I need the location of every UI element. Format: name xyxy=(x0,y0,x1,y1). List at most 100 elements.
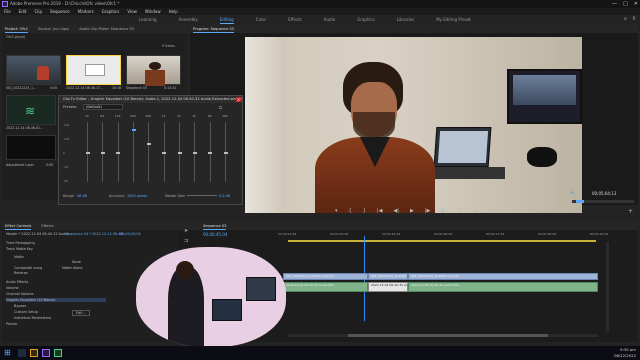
eq-band-knob[interactable] xyxy=(100,152,105,154)
eq-band-knob[interactable] xyxy=(208,152,213,154)
tab-effects[interactable]: Effects xyxy=(41,222,53,230)
menu-window[interactable]: Window xyxy=(145,8,161,15)
sequence-clip-label[interactable]: Sequence 03 * 2022-12-14 06-46... xyxy=(66,232,126,236)
workspace-assembly[interactable]: Assembly xyxy=(179,15,198,24)
step-back-icon[interactable]: |◀ xyxy=(377,208,383,218)
eq-close-button[interactable]: × xyxy=(236,97,241,102)
eq-band-slider[interactable] xyxy=(208,122,213,182)
workspace-effects[interactable]: Effects xyxy=(288,15,302,24)
eq-band-knob[interactable] xyxy=(162,152,167,154)
composite-dropdown[interactable]: Matte Alpha xyxy=(62,266,82,270)
menu-file[interactable]: File xyxy=(4,8,11,15)
program-zoom-scrollbar[interactable] xyxy=(572,200,634,203)
master-gain-value[interactable]: 0.0 dB xyxy=(219,194,230,198)
workspace-my-editing-preset[interactable]: My Editing Preset xyxy=(436,15,471,24)
timeline-ruler[interactable]: 00;00;43;28 00;00;44;28 00;00;45;28 00;0… xyxy=(278,232,608,238)
zoom-scroll-thumb[interactable] xyxy=(576,200,584,203)
timeline-vertical-scrollbar[interactable] xyxy=(606,242,609,332)
thumbnail-clip-1[interactable] xyxy=(6,55,61,85)
go-to-in-icon[interactable]: } xyxy=(363,208,366,218)
tab-source[interactable]: Source: (no clips) xyxy=(38,25,69,33)
eq-band-slider[interactable] xyxy=(162,122,167,182)
workspace-graphics[interactable]: Graphics xyxy=(357,15,375,24)
menu-sequence[interactable]: Sequence xyxy=(50,8,70,15)
menu-edit[interactable]: Edit xyxy=(19,8,27,15)
windows-start-icon[interactable]: ⊞ xyxy=(4,348,13,357)
matte-dropdown[interactable]: None xyxy=(72,260,81,264)
lift-icon[interactable]: ⇧ xyxy=(458,208,462,218)
maximize-button[interactable]: □ xyxy=(623,0,628,8)
eq-band-knob[interactable] xyxy=(85,152,90,154)
eq-band-knob[interactable] xyxy=(192,152,197,154)
program-video-frame[interactable] xyxy=(245,37,582,213)
eq-band-knob[interactable] xyxy=(131,129,136,132)
taskbar-app-icon[interactable] xyxy=(18,349,26,357)
effect-row[interactable]: Panner xyxy=(6,322,18,326)
thumbnail-audio[interactable]: ≋ xyxy=(6,95,56,125)
selection-tool-icon[interactable]: ➤ xyxy=(184,228,192,234)
custom-setup-button[interactable]: Edit... xyxy=(72,310,90,316)
video-clip[interactable]: VID_20221224_124940.mp4 [V] xyxy=(408,273,598,280)
range-value[interactable]: 48 dB xyxy=(77,194,87,198)
work-area-bar[interactable] xyxy=(288,240,596,242)
add-button-icon[interactable]: + xyxy=(628,208,633,215)
master-gain-slider[interactable] xyxy=(187,195,217,196)
workspace-learning[interactable]: Learning xyxy=(139,15,156,24)
menu-clip[interactable]: Clip xyxy=(34,8,42,15)
taskbar-clock[interactable]: 9:30 pm 06/12/2022 xyxy=(614,347,636,359)
play-icon[interactable]: ▶ xyxy=(410,208,414,218)
eq-band-knob[interactable] xyxy=(116,152,121,154)
eq-band-slider[interactable] xyxy=(100,122,105,182)
eq-power-icon[interactable]: ⏻ xyxy=(219,105,222,110)
taskbar-folder-icon[interactable] xyxy=(30,349,38,357)
effect-row[interactable]: Volume xyxy=(6,286,19,290)
effect-row[interactable]: Time Remapping xyxy=(6,241,35,245)
workspace-libraries[interactable]: Libraries xyxy=(397,15,414,24)
eq-band-slider[interactable] xyxy=(146,122,151,182)
extract-icon[interactable]: ⊕ xyxy=(473,208,477,218)
menu-help[interactable]: Help xyxy=(169,8,178,15)
eq-band-slider[interactable] xyxy=(223,122,228,182)
accuracy-value[interactable]: 1000 points xyxy=(127,194,147,198)
thumbnail-adjustment-layer[interactable] xyxy=(6,135,56,160)
tab-effect-controls[interactable]: Effect Controls xyxy=(5,222,32,230)
audio-clip[interactable]: 2022-12-04 06-40-32 Audio Ext... xyxy=(283,282,368,292)
thumbnail-clip-2[interactable] xyxy=(66,55,121,85)
eq-band-slider[interactable] xyxy=(177,122,182,182)
eq-band-slider[interactable] xyxy=(116,122,121,182)
menu-markers[interactable]: Markers xyxy=(78,8,94,15)
workspace-audio[interactable]: Audio xyxy=(324,15,335,24)
tab-program[interactable]: Program: Sequence 03 xyxy=(193,25,234,33)
search-icon[interactable]: ⌕ xyxy=(624,16,627,22)
close-button[interactable]: ✕ xyxy=(634,0,638,8)
go-to-out-icon[interactable]: ▶| xyxy=(441,208,447,218)
eq-band-slider[interactable] xyxy=(85,122,90,182)
eq-band-knob[interactable] xyxy=(177,152,182,154)
effect-row[interactable]: Track Matte Key xyxy=(6,247,33,251)
thumbnail-sequence[interactable] xyxy=(126,55,181,86)
mark-in-icon[interactable]: ▾ xyxy=(335,208,338,218)
menu-view[interactable]: View xyxy=(127,8,137,15)
track-select-icon[interactable]: ⇉ xyxy=(184,238,192,244)
minimize-button[interactable]: — xyxy=(612,0,617,8)
share-icon[interactable]: ⇪ xyxy=(632,16,636,22)
tab-project[interactable]: Project: Ofc1 xyxy=(5,25,29,33)
effect-row-selected[interactable]: Graphic Equalizer (10 Bands) xyxy=(6,298,106,302)
eq-band-knob[interactable] xyxy=(146,143,151,145)
eq-band-knob[interactable] xyxy=(223,152,228,154)
eq-band-slider[interactable] xyxy=(131,122,136,182)
workspace-editing[interactable]: Editing xyxy=(219,15,234,24)
tab-audio-clip-mixer[interactable]: Audio Clip Mixer: Sequence 03 xyxy=(79,25,134,33)
step-forward-icon[interactable]: |▶ xyxy=(425,208,431,218)
export-frame-icon[interactable]: ◉ xyxy=(488,208,492,218)
audio-clip-selected[interactable]: 2022-12-04 06-40-32 Audio Ext... xyxy=(368,282,408,292)
menu-graphics[interactable]: Graphics xyxy=(102,8,120,15)
timeline-scroll-thumb[interactable] xyxy=(348,334,548,337)
video-clip[interactable]: VID_20221224_124940.mp4 [V] xyxy=(368,273,408,280)
mark-out-icon[interactable]: { xyxy=(349,208,352,218)
tab-sequence[interactable]: Sequence 03 xyxy=(203,222,227,230)
timeline-horizontal-scrollbar[interactable] xyxy=(288,334,598,337)
wrench-icon[interactable]: 🔧 xyxy=(570,191,576,197)
master-clip-label[interactable]: Master * 2022-12-04 06-40-32 Audio... xyxy=(6,232,72,236)
taskbar-premiere-icon[interactable] xyxy=(42,349,50,357)
